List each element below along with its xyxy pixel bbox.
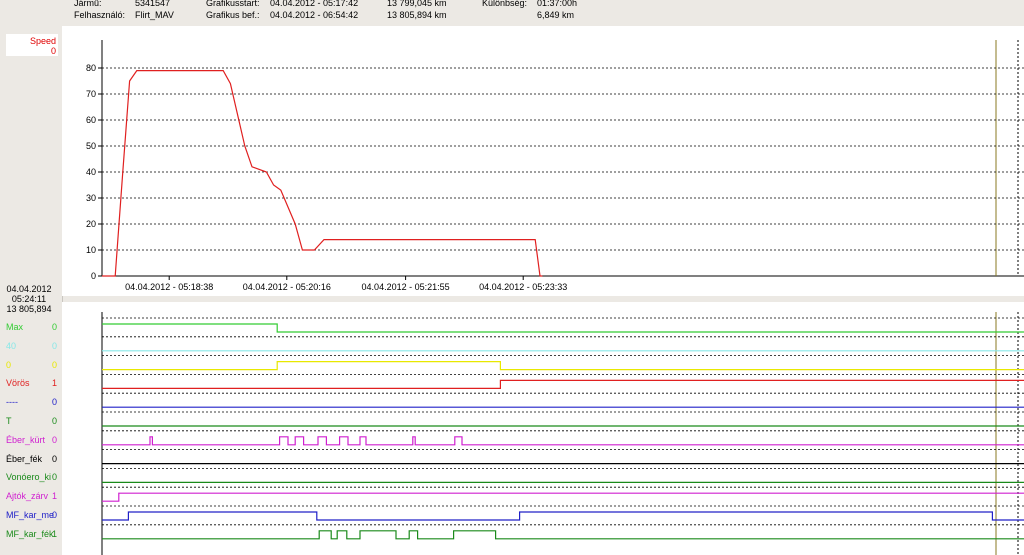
y-tick-label: 60 — [86, 115, 96, 125]
signal-plot-bg — [62, 302, 1024, 555]
y-tick-label: 30 — [86, 193, 96, 203]
y-tick-label: 50 — [86, 141, 96, 151]
y-tick-label: 0 — [91, 271, 96, 281]
y-tick-label: 70 — [86, 89, 96, 99]
y-tick-label: 80 — [86, 63, 96, 73]
x-tick-label: 04.04.2012 - 05:21:55 — [362, 282, 450, 292]
x-tick-label: 04.04.2012 - 05:18:38 — [125, 282, 213, 292]
speed-and-signal-chart: 0 10 20 30 40 50 60 70 80 04.04.2012 - 05:18:38 04… — [62, 26, 1024, 555]
y-tick-label: 40 — [86, 167, 96, 177]
y-tick-label: 20 — [86, 219, 96, 229]
x-tick-label: 04.04.2012 - 05:20:16 — [243, 282, 331, 292]
y-tick-label: 10 — [86, 245, 96, 255]
x-tick-label: 04.04.2012 - 05:23:33 — [479, 282, 567, 292]
speed-plot-bg — [62, 26, 1024, 296]
